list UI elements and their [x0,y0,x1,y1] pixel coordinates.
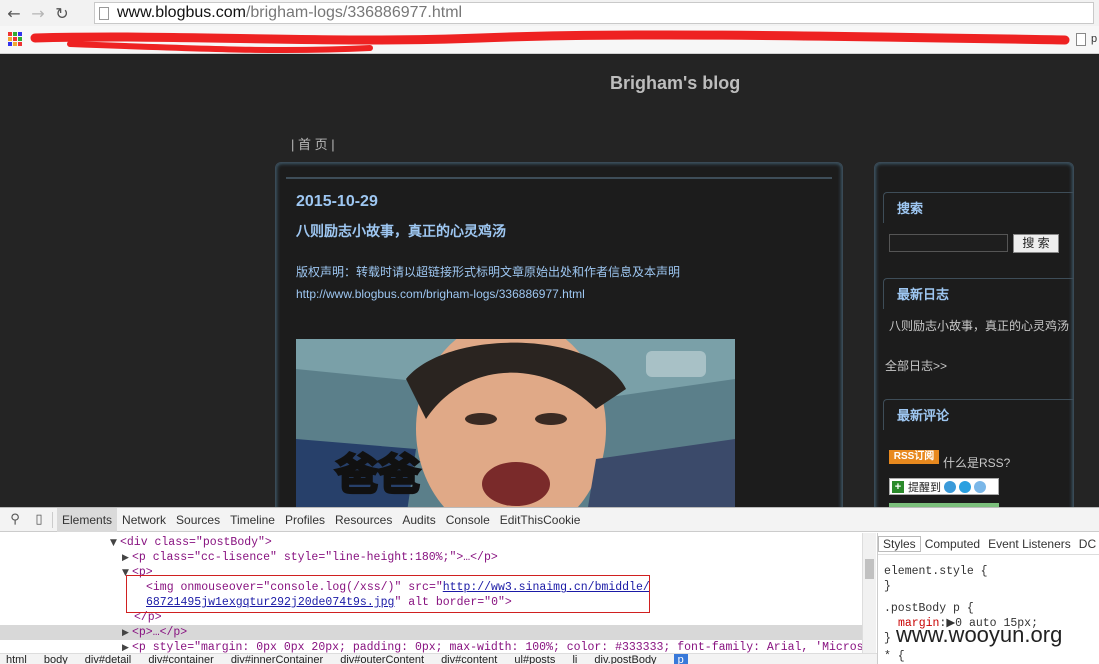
collapsed-triangle-icon[interactable]: ▶ [122,641,132,653]
tidao-button[interactable]: + 提醒到 [889,478,999,495]
dom-tree: ▼ <div class="postBody"> ▶ <p class="cc-li… [0,533,862,653]
post-image: 爸爸 [296,339,735,507]
search-button[interactable]: 搜 索 [1013,234,1059,253]
collapsed-triangle-icon[interactable]: ▶ [122,551,132,566]
postbody-rule-selector[interactable]: .postBody p { [884,601,974,616]
nav-home-link[interactable]: | 首 页 | [291,137,335,152]
dom-breadcrumb: html body div#detail div#container div#i… [0,653,877,664]
recent-comments-heading: 最新评论 [882,399,1075,430]
universal-rule-selector[interactable]: * { [884,649,905,664]
styles-tabbar: Styles Computed Event Listeners DC [878,533,1099,555]
post-title[interactable]: 八则励志小故事，真正的心灵鸡汤 [296,221,506,241]
watermark: www.wooyun.org [896,622,1063,647]
breadcrumb-item[interactable]: div#container [148,654,213,664]
tab-profiles[interactable]: Profiles [280,508,330,532]
copyright-statement-link[interactable]: 本声明 [644,265,680,279]
permalink[interactable]: http://www.blogbus.com/brigham-logs/3368… [296,287,585,301]
tab-resources[interactable]: Resources [330,508,397,532]
breadcrumb-item[interactable]: li [572,654,577,664]
recent-post-link[interactable]: 八则励志小故事，真正的心灵鸡汤 [889,317,1069,336]
tab-dom-breakpoints[interactable]: DC [1075,537,1099,551]
plus-icon: + [892,480,904,493]
inspect-search-icon[interactable]: ⚲ [6,511,24,529]
dom-node-selected[interactable]: ▶ <p>…</p> [0,625,862,640]
search-input[interactable] [889,234,1008,252]
sidebar: 搜索 搜 索 最新日志 八则励志小故事，真正的心灵鸡汤 全部日志>> 最新评论 … [874,162,1075,507]
tab-network[interactable]: Network [117,508,171,532]
breadcrumb-item[interactable]: body [44,654,68,664]
rule-close: } [884,580,891,593]
msn-icon [944,480,956,493]
redaction-scribble [30,30,1070,54]
bookmark-file-icon [1076,33,1086,46]
copyright-label: 版权声明： [296,265,357,279]
rule-close: } [884,632,891,645]
dom-scrollbar[interactable] [862,533,876,653]
tab-audits[interactable]: Audits [397,508,440,532]
back-button[interactable]: ← [4,3,24,23]
rss-badge[interactable]: RSS订阅 [889,450,939,464]
breadcrumb-item[interactable]: div#innerContainer [231,654,323,664]
forward-button[interactable]: → [28,3,48,23]
breadcrumb-item[interactable]: ul#posts [514,654,555,664]
blog-title[interactable]: Brigham's blog [610,73,740,94]
svg-text:爸爸: 爸爸 [335,450,420,499]
breadcrumb-item[interactable]: div.postBody [594,654,656,664]
breadcrumb-item[interactable]: div#outerContent [340,654,424,664]
copyright-notice: 版权声明：转载时请以超链接形式标明文章原始出处和作者信息及本声明 http://… [296,261,680,305]
breadcrumb-item[interactable]: div#content [441,654,497,664]
address-bar[interactable]: www.blogbus.com/brigham-logs/336886977.h… [94,2,1094,24]
tab-console[interactable]: Console [441,508,495,532]
url-host: www.blogbus.com [117,4,246,21]
expanded-triangle-icon[interactable]: ▼ [110,536,120,551]
element-style-rule[interactable]: element.style { [884,564,988,579]
url-path: /brigham-logs/336886977.html [245,4,463,21]
tab-editthiscookie[interactable]: EditThisCookie [495,508,586,532]
copyright-text: 转载时请以超链接形式标明文章原始出处和作者信息及 [356,265,645,279]
bookmarks-bar: p [0,26,1099,54]
browser-toolbar: ← → ↻ www.blogbus.com/brigham-logs/33688… [0,0,1099,26]
blog-nav: | 首 页 | [291,134,335,153]
all-posts-link[interactable]: 全部日志>> [885,357,947,374]
rss-help-link[interactable]: 什么是RSS? [943,454,1010,471]
tab-elements[interactable]: Elements [57,507,118,532]
tab-styles[interactable]: Styles [878,535,921,552]
dom-node[interactable]: ▶ <p class="cc-lisence" style="line-heigh… [0,550,862,565]
tab-event-listeners[interactable]: Event Listeners [984,537,1075,551]
apps-grid-icon[interactable] [8,32,22,46]
chat-icon [974,480,986,493]
devtools-toolbar: ⚲ ▯ Elements Network Sources Timeline Pr… [0,507,1099,532]
dom-node[interactable]: ▼ <div class="postBody"> [0,535,862,550]
breadcrumb-item[interactable]: html [6,654,27,664]
tab-computed[interactable]: Computed [921,537,984,551]
search-heading: 搜索 [882,192,1075,223]
collapsed-triangle-icon[interactable]: ▶ [122,626,132,641]
post-panel: 2015-10-29 八则励志小故事，真正的心灵鸡汤 版权声明：转载时请以超链接… [275,162,843,507]
breadcrumb-item[interactable]: div#detail [85,654,131,664]
xss-highlight-box [126,575,650,613]
post-date: 2015-10-29 [296,193,378,210]
bookmark-label[interactable]: p [1091,33,1097,45]
blog-page: Brigham's blog | 首 页 | 2015-10-29 八则励志小故… [0,55,1099,507]
tidao-label: 提醒到 [908,481,941,494]
tab-sources[interactable]: Sources [171,508,225,532]
tab-timeline[interactable]: Timeline [225,508,280,532]
skype-icon [959,480,971,493]
dom-scrollbar-thumb[interactable] [865,559,874,579]
recent-posts-heading: 最新日志 [882,278,1075,309]
dom-node[interactable]: ▶ <p style="margin: 0px 0px 20px; padding… [0,640,862,653]
toolbar-divider [52,511,53,528]
reload-button[interactable]: ↻ [52,3,72,23]
device-mode-icon[interactable]: ▯ [30,511,48,529]
page-icon [99,6,109,20]
breadcrumb-item-active[interactable]: p [673,654,688,664]
